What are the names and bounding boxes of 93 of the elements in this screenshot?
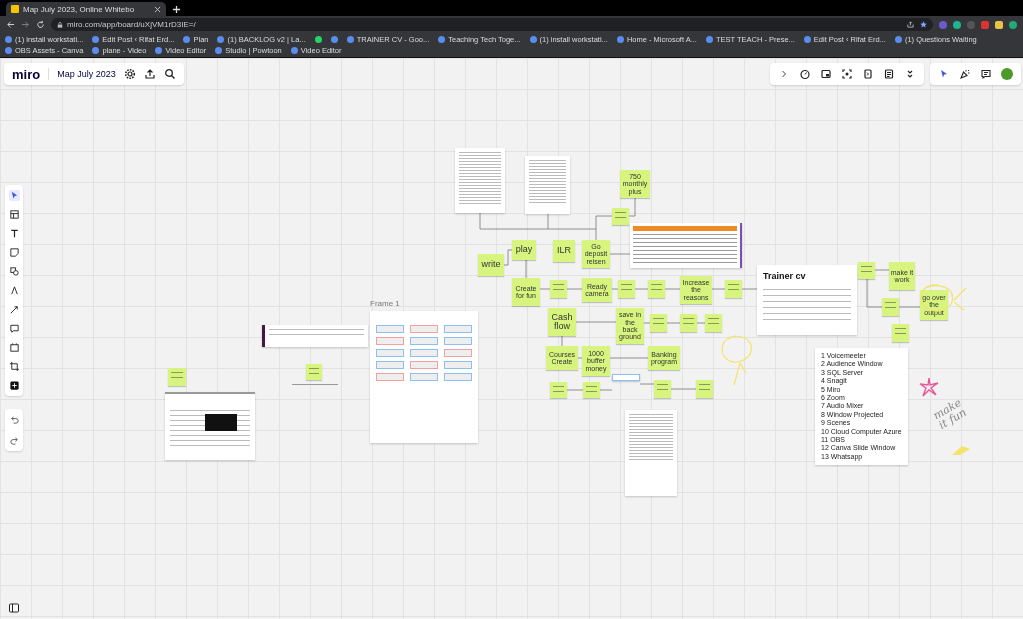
connector-line [639,383,655,385]
forward-icon[interactable] [21,20,30,29]
sticky-note[interactable]: ILR [553,240,575,262]
sticky-note[interactable] [882,298,899,316]
sticky-note[interactable] [550,280,567,298]
trainer-cv-card[interactable]: Trainer cv [757,265,857,335]
connector-line [609,253,631,255]
shapes-icon[interactable] [8,266,20,277]
line-icon[interactable] [8,304,20,315]
sticky-note[interactable] [892,324,909,342]
sticky-note-icon[interactable] [8,247,20,258]
connector-line [711,288,726,290]
browser-tab[interactable]: Map July 2023, Online Whitebo [6,2,166,16]
undo-icon[interactable] [8,414,20,425]
back-icon[interactable] [6,20,15,29]
chat-message-thumbnail[interactable] [262,325,368,347]
sticky-note[interactable] [858,262,875,279]
sticky-note[interactable] [725,280,742,298]
select-icon[interactable] [8,190,20,201]
sticky-note[interactable]: play [512,240,536,260]
plus-icon[interactable] [8,380,20,391]
highlight-scribble-drawing [950,443,972,457]
frame-icon[interactable] [8,342,20,353]
connector-line [628,197,636,217]
new-tab-icon[interactable] [172,5,181,14]
sticky-note[interactable] [550,382,567,398]
share-icon[interactable] [907,21,914,28]
upload-icon[interactable] [143,68,156,80]
search-icon[interactable] [163,68,176,80]
connector-line [643,322,651,324]
sticky-note[interactable] [612,208,629,225]
sticky-note[interactable] [168,368,186,386]
screenshot-thumbnail[interactable] [165,392,255,460]
notes-icon[interactable] [883,68,895,80]
connector-line [539,288,551,290]
connector-line [609,357,649,359]
close-icon[interactable] [154,5,161,13]
connector-line [664,288,681,290]
text-icon[interactable] [8,228,20,239]
connector-line [577,357,583,359]
user-avatar[interactable] [1001,68,1013,80]
sticky-note[interactable] [680,314,697,332]
connector-line [525,259,527,279]
comment-icon[interactable] [8,323,20,334]
profile-avatar-icon[interactable] [1009,20,1017,29]
table-icon[interactable] [8,209,20,220]
reload-icon[interactable] [36,20,45,29]
sticky-note[interactable] [696,380,713,398]
connector-line [670,388,697,390]
connector-line [874,269,890,271]
pen-icon[interactable] [8,285,20,296]
spreadsheet-thumbnail[interactable] [630,223,742,268]
document-thumbnail[interactable] [455,148,505,213]
connector-line [696,322,706,324]
sidebar-panel-icon[interactable] [8,602,20,614]
document-thumbnail[interactable] [525,156,570,214]
frame-title[interactable]: Frame 1 [370,299,400,308]
timer-icon[interactable] [799,68,811,80]
star-icon[interactable] [920,21,927,28]
board-title[interactable]: Map July 2023 [57,69,116,79]
crop-icon[interactable] [8,361,20,372]
sticky-note[interactable] [306,364,322,380]
connector-line [741,288,758,290]
address-bar[interactable]: miro.com/app/board/uXjVM1rD3IE=/ [51,18,933,31]
sticky-note[interactable] [705,314,722,332]
miro-favicon-icon [11,5,19,13]
sticky-note[interactable] [648,280,665,298]
connector-line [575,321,617,323]
connector-line [566,389,584,391]
miro-logo[interactable]: miro [12,66,41,82]
settings-icon[interactable] [123,68,136,80]
confetti-icon[interactable] [959,68,971,80]
connector-line [866,278,883,308]
redo-icon[interactable] [8,435,20,446]
connector-line [666,322,681,324]
star-scribble-drawing [918,376,940,398]
sticky-note[interactable]: write [478,254,504,276]
card-icon[interactable] [820,68,832,80]
connector-line [599,389,613,391]
comment-icon[interactable] [980,68,992,80]
sticky-note[interactable] [650,314,667,332]
focus-icon[interactable] [841,68,853,80]
sticky-note[interactable]: Cash flow [548,308,576,336]
sticky-note[interactable] [618,280,635,298]
connector-line [634,288,649,290]
sticky-note[interactable] [654,380,671,398]
lock-icon[interactable] [57,21,63,28]
connector-line [503,249,513,266]
connector-line [898,306,921,308]
connector-line [561,335,563,347]
sticky-note[interactable] [583,382,600,398]
connector-line [566,288,583,290]
connector-line [611,288,619,290]
